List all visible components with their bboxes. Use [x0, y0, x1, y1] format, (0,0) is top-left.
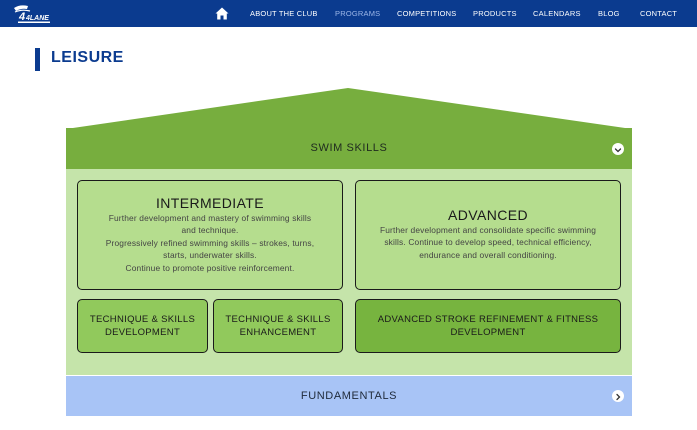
technique-skills-enhancement-label: TECHNIQUE & SKILLS ENHANCEMENT [225, 314, 331, 338]
swim-skills-accordion-header[interactable]: SWIM SKILLS [66, 128, 632, 169]
nav-products[interactable]: PRODUCTS [473, 0, 517, 27]
home-icon[interactable] [215, 7, 229, 20]
swim-skills-label: SWIM SKILLS [310, 142, 388, 154]
svg-text:4: 4 [18, 11, 25, 23]
technique-skills-development-label: TECHNIQUE & SKILLS DEVELOPMENT [89, 314, 196, 338]
advanced-stroke-refinement-label: ADVANCED STROKE REFINEMENT & FITNESS DEV… [377, 314, 599, 338]
chevron-right-icon[interactable] [612, 390, 624, 402]
chevron-down-icon[interactable] [612, 143, 624, 155]
nav-calendars[interactable]: CALENDARS [533, 0, 581, 27]
nav-contact[interactable]: CONTACT [640, 0, 677, 27]
nav-blog[interactable]: BLOG [598, 0, 620, 27]
advanced-description: Further development and consolidate spec… [379, 225, 597, 260]
intermediate-description: Further development and mastery of swimm… [105, 213, 315, 273]
house-roof [66, 88, 632, 130]
intermediate-card[interactable]: INTERMEDIATE Further development and mas… [77, 180, 343, 290]
page-title: LEISURE [51, 49, 124, 66]
advanced-card[interactable]: ADVANCED Further development and consoli… [355, 180, 621, 290]
advanced-stroke-refinement-card[interactable]: ADVANCED STROKE REFINEMENT & FITNESS DEV… [355, 299, 621, 353]
technique-skills-enhancement-card[interactable]: TECHNIQUE & SKILLS ENHANCEMENT [213, 299, 343, 353]
intermediate-title: INTERMEDIATE [156, 195, 264, 211]
nav-about-the-club[interactable]: ABOUT THE CLUB [250, 0, 318, 27]
fundamentals-label: FUNDAMENTALS [300, 390, 398, 402]
nav-programs[interactable]: PROGRAMS [335, 0, 380, 27]
title-accent-bar [35, 48, 40, 71]
technique-skills-development-card[interactable]: TECHNIQUE & SKILLS DEVELOPMENT [77, 299, 208, 353]
club-logo[interactable]: 4 4LANE [12, 2, 54, 25]
top-navbar: 4 4LANE ABOUT THE CLUB PROGRAMS COMPETIT… [0, 0, 697, 27]
nav-competitions[interactable]: COMPETITIONS [397, 0, 457, 27]
fundamentals-accordion-header[interactable]: FUNDAMENTALS [66, 376, 632, 416]
svg-text:4LANE: 4LANE [25, 15, 49, 22]
advanced-title: ADVANCED [448, 207, 528, 223]
